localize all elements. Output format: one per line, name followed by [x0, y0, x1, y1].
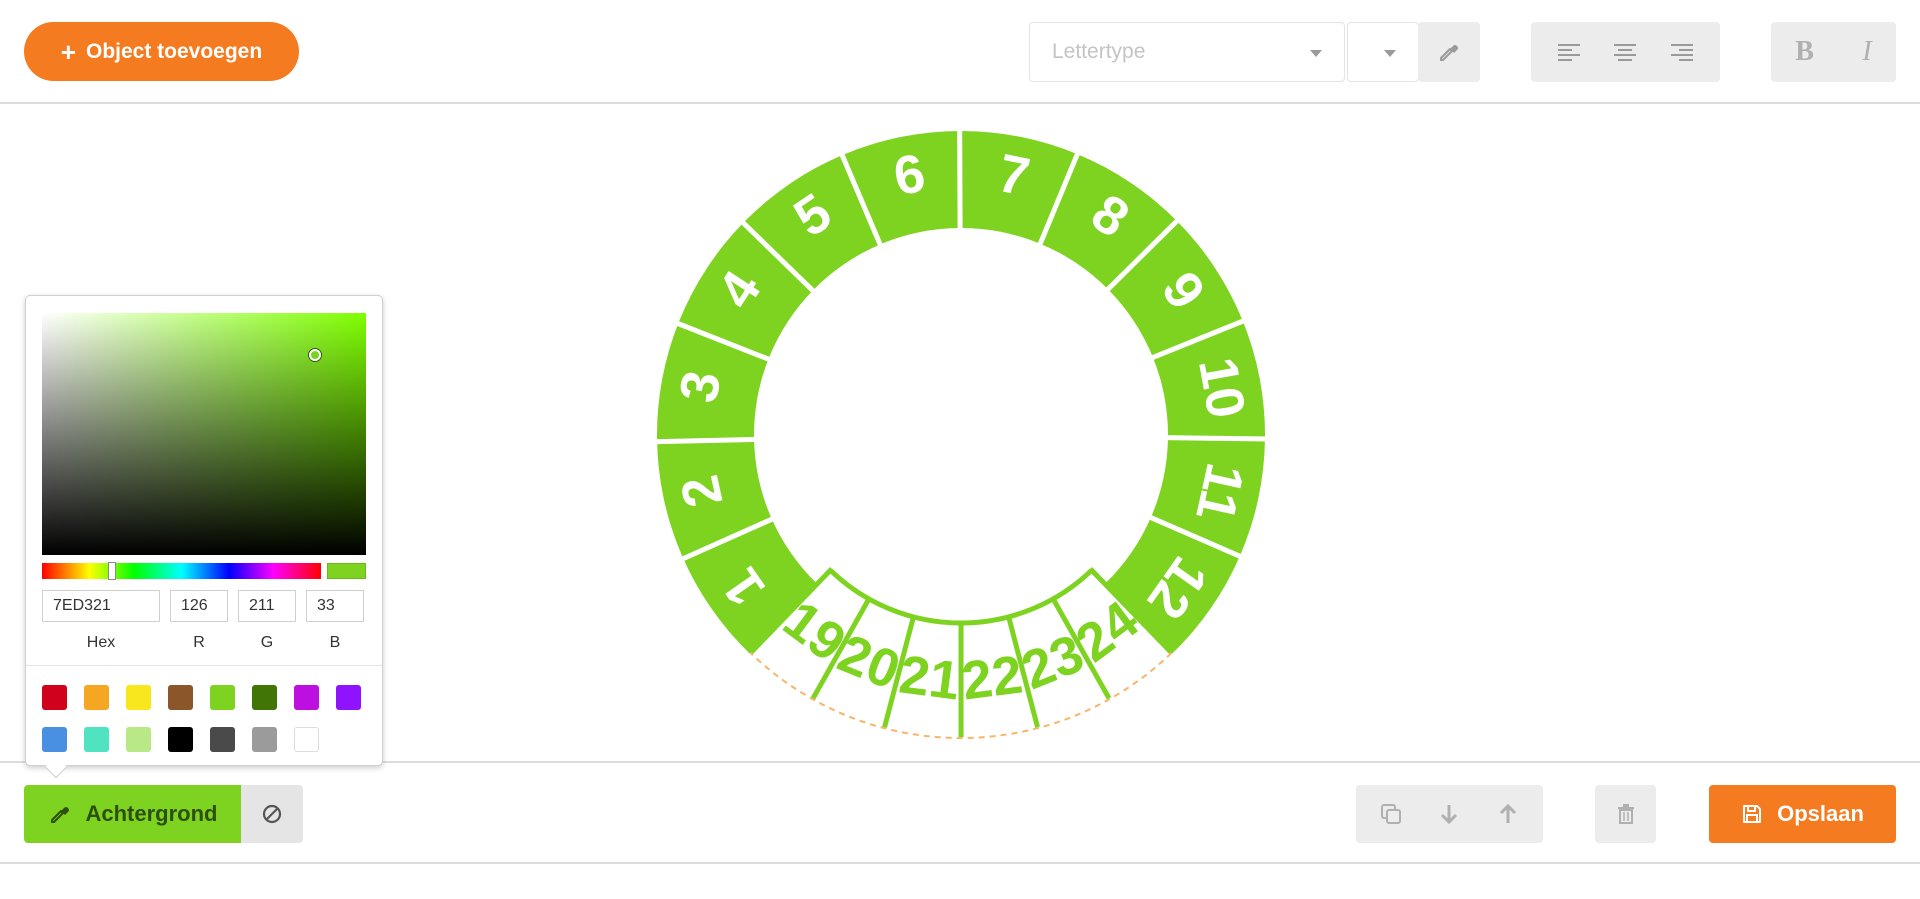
- g-label: G: [260, 634, 274, 651]
- hue-slider[interactable]: [42, 562, 321, 580]
- hex-label: Hex: [86, 634, 116, 651]
- save-button[interactable]: Opslaan: [1709, 785, 1896, 843]
- color-swatch[interactable]: [294, 727, 319, 752]
- hue-handle[interactable]: [108, 562, 116, 580]
- text-style-group: B I: [1771, 22, 1896, 82]
- top-toolbar: + Object toevoegen Lettertype B I: [0, 0, 1920, 104]
- background-label: Achtergrond: [85, 801, 218, 826]
- arrange-group: [1356, 785, 1543, 843]
- hex-input[interactable]: 7ED321: [42, 590, 160, 622]
- color-swatch[interactable]: [126, 727, 151, 752]
- color-swatch[interactable]: [84, 685, 109, 710]
- text-color-button[interactable]: [1418, 22, 1480, 82]
- color-swatch[interactable]: [336, 685, 361, 710]
- plus-icon: +: [60, 36, 76, 67]
- move-up-icon[interactable]: [1495, 801, 1521, 827]
- editor-app: + Object toevoegen Lettertype B I 1 2 3 …: [0, 0, 1920, 899]
- chevron-down-icon: [1310, 50, 1322, 57]
- move-down-icon[interactable]: [1436, 801, 1462, 827]
- eyedropper-icon: [1440, 45, 1458, 61]
- color-swatch[interactable]: [84, 727, 109, 752]
- saturation-handle[interactable]: [309, 349, 321, 361]
- color-swatch[interactable]: [210, 727, 235, 752]
- align-left-icon[interactable]: [1556, 41, 1582, 63]
- ban-icon: [262, 804, 282, 824]
- duplicate-icon[interactable]: [1378, 801, 1404, 827]
- b-label: B: [329, 634, 341, 651]
- color-swatch[interactable]: [42, 685, 67, 710]
- save-label: Opslaan: [1777, 801, 1864, 826]
- font-size-select[interactable]: [1347, 22, 1419, 82]
- color-picker-popover: 7ED321 126 211 33 Hex R G B: [25, 295, 383, 779]
- r-input[interactable]: 126: [170, 590, 228, 622]
- r-label: R: [193, 634, 205, 651]
- eyedropper-icon: [50, 807, 69, 823]
- g-input[interactable]: 211: [238, 590, 296, 622]
- add-object-button[interactable]: + Object toevoegen: [24, 22, 299, 81]
- color-swatch[interactable]: [294, 685, 319, 710]
- month-divider: [653, 436, 759, 445]
- year-ring-border: [828, 568, 1094, 626]
- color-swatch[interactable]: [168, 685, 193, 710]
- add-object-label: Object toevoegen: [85, 39, 263, 63]
- clear-background-button[interactable]: [241, 785, 303, 843]
- delete-button[interactable]: [1595, 785, 1656, 843]
- font-family-select[interactable]: Lettertype: [1029, 22, 1345, 82]
- color-swatch[interactable]: [168, 727, 193, 752]
- month-number: 10: [1187, 353, 1257, 423]
- bold-icon[interactable]: B: [1795, 36, 1814, 68]
- text-align-group: [1531, 22, 1720, 82]
- saturation-brightness-area[interactable]: [42, 313, 366, 555]
- align-center-icon[interactable]: [1612, 41, 1638, 63]
- chevron-down-icon: [1384, 50, 1396, 57]
- divider: [26, 665, 382, 666]
- year-number: 22: [959, 644, 1026, 711]
- color-swatch[interactable]: [252, 685, 277, 710]
- color-swatch[interactable]: [252, 727, 277, 752]
- align-right-icon[interactable]: [1669, 41, 1695, 63]
- color-swatch[interactable]: [210, 685, 235, 710]
- current-color-swatch: [327, 563, 366, 579]
- italic-icon[interactable]: I: [1862, 36, 1871, 68]
- color-swatch[interactable]: [126, 685, 151, 710]
- font-family-placeholder: Lettertype: [1052, 40, 1146, 63]
- trash-icon: [1617, 804, 1634, 824]
- month-divider: [1163, 435, 1270, 442]
- background-color-button[interactable]: Achtergrond: [24, 785, 241, 843]
- b-input[interactable]: 33: [306, 590, 364, 622]
- bottom-toolbar: Achtergrond Opslaan: [0, 761, 1920, 864]
- color-swatch[interactable]: [42, 727, 67, 752]
- year-number: 21: [896, 644, 963, 711]
- save-icon: [1743, 805, 1762, 823]
